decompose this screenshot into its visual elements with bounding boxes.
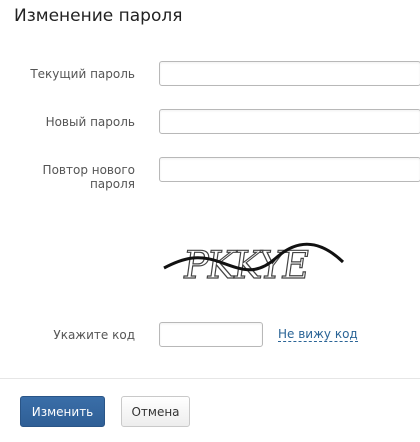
captcha-graphic: PKKYE [163,242,345,289]
code-input[interactable] [159,322,263,347]
new-password-label: Новый пароль [45,115,135,129]
captcha-image: PKKYE [158,218,348,302]
cant-see-code-link[interactable]: Не вижу код [278,327,358,342]
new-password-input[interactable] [159,109,420,134]
submit-button[interactable]: Изменить [20,396,105,427]
code-label: Укажите код [53,328,135,342]
repeat-password-input[interactable] [159,157,420,182]
repeat-password-label: Повтор нового пароля [42,163,135,191]
dialog-title: Изменение пароля [14,6,183,26]
current-password-input[interactable] [159,61,420,86]
captcha-text: PKKYE [180,244,310,288]
footer-divider [0,378,420,379]
current-password-label: Текущий пароль [30,67,135,81]
cancel-button[interactable]: Отмена [121,396,190,427]
